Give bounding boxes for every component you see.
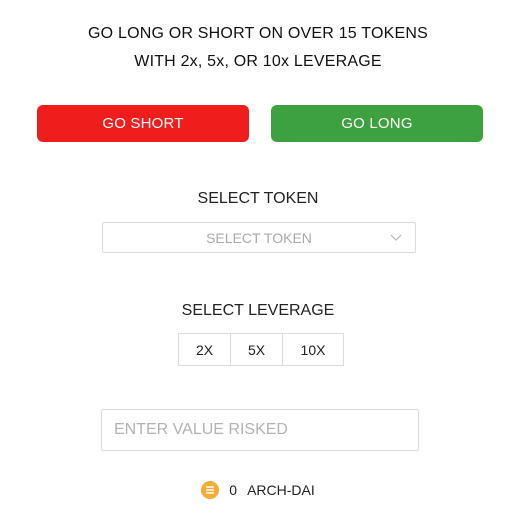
- chevron-down-icon: [390, 234, 402, 241]
- leverage-5x-button[interactable]: 5X: [230, 334, 282, 365]
- leverage-10x-button[interactable]: 10X: [282, 334, 343, 365]
- select-token-title: SELECT TOKEN: [197, 190, 319, 207]
- go-short-button[interactable]: GO SHORT: [37, 105, 249, 142]
- token-select-dropdown[interactable]: SELECT TOKEN: [102, 222, 416, 253]
- headline-line-1: GO LONG OR SHORT ON OVER 15 TOKENS: [88, 25, 428, 42]
- token-select-value: SELECT TOKEN: [206, 229, 312, 246]
- balance-token-name: ARCH-DAI: [247, 482, 315, 498]
- select-leverage-title: SELECT LEVERAGE: [181, 302, 335, 319]
- value-risked-input[interactable]: [101, 409, 419, 451]
- balance-amount: 0: [229, 482, 238, 498]
- leverage-2x-button[interactable]: 2X: [179, 334, 230, 365]
- go-long-button[interactable]: GO LONG: [271, 105, 483, 142]
- dai-coin-icon: [201, 481, 220, 499]
- balance-row: 0 ARCH-DAI: [0, 481, 516, 499]
- leverage-options: 2X 5X 10X: [178, 333, 344, 366]
- headline-line-2: WITH 2x, 5x, OR 10x LEVERAGE: [134, 53, 382, 70]
